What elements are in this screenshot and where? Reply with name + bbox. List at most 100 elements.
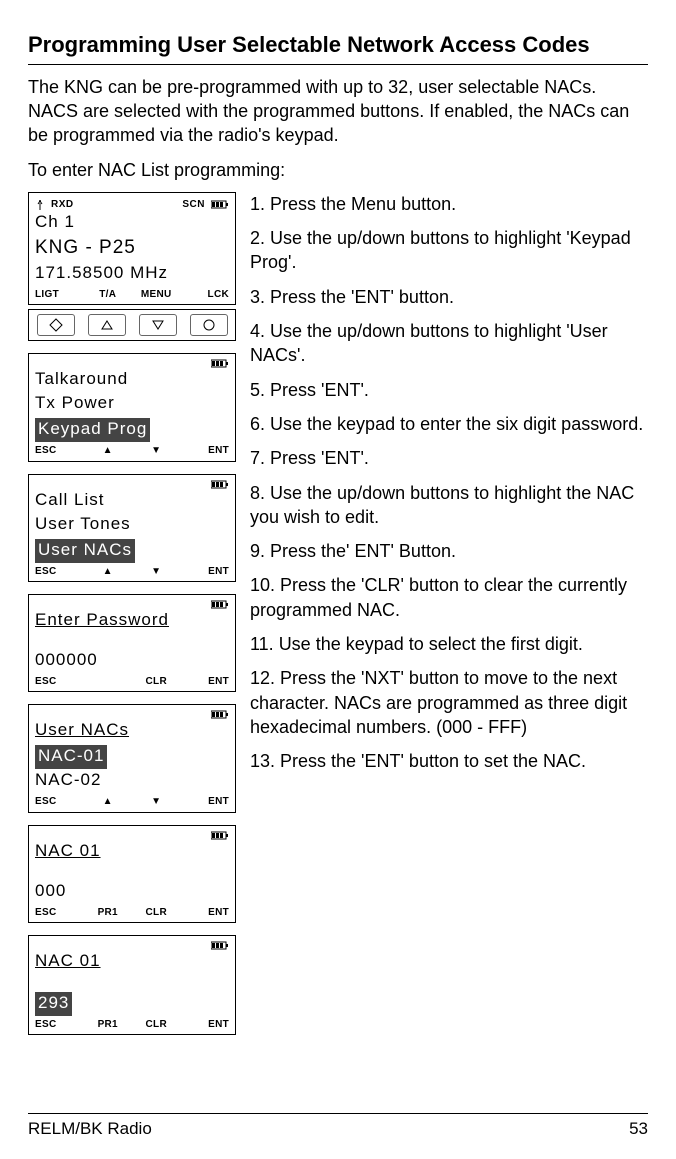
status-scn: SCN (182, 198, 205, 212)
softkey-label: ESC (35, 565, 84, 579)
lcd-main-softkeys: LIGT T/A MENU LCK (35, 288, 229, 302)
softkey-label: PR1 (84, 1018, 133, 1032)
step-9: 9. Press the' ENT' Button. (250, 539, 648, 563)
softkey-label: ENT (181, 444, 230, 458)
softkey-label: ESC (35, 795, 84, 809)
softkey-label: T/A (84, 288, 133, 302)
softkey-label: ▼ (132, 444, 181, 458)
softkey-label: ▲ (84, 444, 133, 458)
softkey-up-button[interactable] (88, 314, 126, 336)
lcd-main-line1: Ch 1 (35, 211, 229, 235)
lcd-line-highlighted: NAC-01 (35, 745, 107, 769)
lcd-line-title: Enter Password (35, 609, 229, 633)
lcd-blank-line (35, 974, 229, 990)
lcd-nac-value: 000 (35, 880, 229, 904)
softkey-buttons (28, 309, 236, 341)
battery-icon (211, 359, 229, 368)
lcd-line: User Tones (35, 513, 229, 537)
step-11: 11. Use the keypad to select the first d… (250, 632, 648, 656)
softkey-label: ENT (181, 675, 230, 689)
softkey-label: CLR (132, 675, 181, 689)
step-8: 8. Use the up/down buttons to highlight … (250, 481, 648, 530)
lcd-user-nacs-menu: Call List User Tones User NACs ESC ▲ ▼ E… (28, 474, 236, 582)
softkey-diamond-button[interactable] (37, 314, 75, 336)
softkey-down-button[interactable] (139, 314, 177, 336)
lcd-line: Talkaround (35, 368, 229, 392)
softkey-label (84, 675, 133, 689)
softkey-label: MENU (132, 288, 181, 302)
lcd-softkeys: ESC ▲ ▼ ENT (35, 565, 229, 579)
softkey-label: ▼ (132, 795, 181, 809)
softkey-circle-button[interactable] (190, 314, 228, 336)
step-4: 4. Use the up/down buttons to highlight … (250, 319, 648, 368)
lcd-blank-line (35, 864, 229, 880)
step-6: 6. Use the keypad to enter the six digit… (250, 412, 648, 436)
battery-icon (211, 710, 229, 719)
softkey-label: ▼ (132, 565, 181, 579)
softkey-label: CLR (132, 1018, 181, 1032)
lcd-column: RXD SCN Ch 1 KNG - P25 171.58500 MHz LIG… (28, 192, 236, 1036)
lcd-main-line2: KNG - P25 (35, 235, 229, 262)
step-1: 1. Press the Menu button. (250, 192, 648, 216)
step-3: 3. Press the 'ENT' button. (250, 285, 648, 309)
lcd-softkeys: ESC PR1 CLR ENT (35, 906, 229, 920)
lcd-line-title: NAC 01 (35, 950, 229, 974)
lcd-softkeys: ESC ▲ ▼ ENT (35, 444, 229, 458)
step-13: 13. Press the 'ENT' button to set the NA… (250, 749, 648, 773)
lcd-line: Tx Power (35, 392, 229, 416)
lcd-enter-password: Enter Password 000000 ESC CLR ENT (28, 594, 236, 692)
softkey-label: ▲ (84, 795, 133, 809)
footer-left: RELM/BK Radio (28, 1118, 152, 1141)
title-rule (28, 64, 648, 65)
lcd-line-highlighted: User NACs (35, 539, 135, 563)
softkey-label: ▲ (84, 565, 133, 579)
page-number: 53 (629, 1118, 648, 1141)
softkey-label: ENT (181, 565, 230, 579)
antenna-icon (35, 200, 45, 210)
step-10: 10. Press the 'CLR' button to clear the … (250, 573, 648, 622)
lcd-softkeys: ESC PR1 CLR ENT (35, 1018, 229, 1032)
step-2: 2. Use the up/down buttons to highlight … (250, 226, 648, 275)
lcd-nac01-entered: NAC 01 293 ESC PR1 CLR ENT (28, 935, 236, 1035)
softkey-label: LIGT (35, 288, 84, 302)
battery-icon (211, 200, 229, 209)
softkey-label: LCK (181, 288, 230, 302)
step-7: 7. Press 'ENT'. (250, 446, 648, 470)
lcd-line-title: User NACs (35, 719, 229, 743)
step-5: 5. Press 'ENT'. (250, 378, 648, 402)
lcd-line: Call List (35, 489, 229, 513)
intro-paragraph-1: The KNG can be pre-programmed with up to… (28, 75, 648, 148)
lcd-nac-list: User NACs NAC-01 NAC-02 ESC ▲ ▼ ENT (28, 704, 236, 812)
softkey-label: ENT (181, 906, 230, 920)
softkey-label: ESC (35, 906, 84, 920)
page-title: Programming User Selectable Network Acce… (28, 30, 648, 60)
lcd-nac01-cleared: NAC 01 000 ESC PR1 CLR ENT (28, 825, 236, 923)
softkey-label: ENT (181, 795, 230, 809)
steps-column: 1. Press the Menu button. 2. Use the up/… (250, 192, 648, 1036)
page-footer: RELM/BK Radio 53 (28, 1113, 648, 1141)
battery-icon (211, 941, 229, 950)
lcd-main-wrap: RXD SCN Ch 1 KNG - P25 171.58500 MHz LIG… (28, 192, 236, 342)
battery-icon (211, 600, 229, 609)
step-12: 12. Press the 'NXT' button to move to th… (250, 666, 648, 739)
lcd-softkeys: ESC CLR ENT (35, 675, 229, 689)
softkey-label: CLR (132, 906, 181, 920)
lcd-main-line3: 171.58500 MHz (35, 262, 229, 286)
lcd-main: RXD SCN Ch 1 KNG - P25 171.58500 MHz LIG… (28, 192, 236, 306)
softkey-label: ESC (35, 1018, 84, 1032)
lcd-nac-value-highlighted: 293 (35, 992, 72, 1016)
softkey-label: ESC (35, 444, 84, 458)
softkey-label: PR1 (84, 906, 133, 920)
battery-icon (211, 831, 229, 840)
lcd-keypad-prog: Talkaround Tx Power Keypad Prog ESC ▲ ▼ … (28, 353, 236, 461)
softkey-label: ENT (181, 1018, 230, 1032)
lcd-line: NAC-02 (35, 769, 229, 793)
intro-paragraph-2: To enter NAC List programming: (28, 158, 648, 182)
lcd-blank-line (35, 633, 229, 649)
lcd-password-value: 000000 (35, 649, 229, 673)
softkey-label: ESC (35, 675, 84, 689)
lcd-softkeys: ESC ▲ ▼ ENT (35, 795, 229, 809)
status-rxd: RXD (51, 198, 74, 212)
lcd-line-title: NAC 01 (35, 840, 229, 864)
battery-icon (211, 480, 229, 489)
